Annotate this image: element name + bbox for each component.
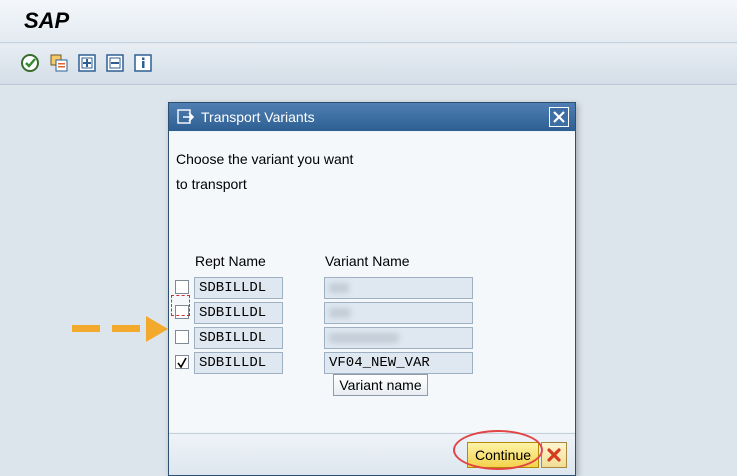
- execute-icon[interactable]: [20, 53, 40, 73]
- variant-name-field: [324, 277, 473, 299]
- rept-name-header: Rept Name: [195, 253, 266, 269]
- dialog-title-bar: Transport Variants: [169, 103, 575, 131]
- info-icon[interactable]: [133, 53, 153, 73]
- variant-name-field: [324, 327, 473, 349]
- cancel-button[interactable]: [541, 442, 567, 468]
- row-checkbox[interactable]: [175, 330, 189, 344]
- rept-name-field: SDBILLDL: [194, 352, 283, 374]
- variant-name-header: Variant Name: [325, 253, 410, 269]
- deselect-all-icon[interactable]: [105, 53, 125, 73]
- variant-name-field: VF04_NEW_VAR: [324, 352, 473, 374]
- application-toolbar: [0, 44, 737, 85]
- dialog-footer: Continue: [169, 433, 575, 475]
- transport-variants-dialog: Transport Variants Choose the variant yo…: [168, 102, 576, 476]
- prompt-text: to transport: [176, 176, 247, 192]
- rept-name-field: SDBILLDL: [194, 277, 283, 299]
- transport-icon: [177, 109, 194, 124]
- cancel-icon: [547, 448, 561, 462]
- app-title: SAP: [24, 8, 70, 33]
- sap-title-bar: SAP: [0, 0, 737, 43]
- row-checkbox[interactable]: [175, 280, 189, 294]
- select-all-icon[interactable]: [77, 53, 97, 73]
- checkmark-icon: [177, 357, 187, 369]
- row-checkbox[interactable]: [175, 305, 189, 319]
- copy-objects-icon[interactable]: [49, 53, 69, 73]
- continue-button[interactable]: Continue: [467, 442, 539, 468]
- variant-name-field: [324, 302, 473, 324]
- row-checkbox-checked[interactable]: [175, 355, 189, 369]
- rept-name-field: SDBILLDL: [194, 327, 283, 349]
- variant-name-button[interactable]: Variant name: [333, 374, 428, 396]
- annotation-arrow-icon: [72, 316, 168, 342]
- close-icon[interactable]: [549, 107, 569, 127]
- rept-name-field: SDBILLDL: [194, 302, 283, 324]
- prompt-text: Choose the variant you want: [176, 151, 354, 167]
- dialog-title: Transport Variants: [201, 109, 315, 125]
- dialog-body: Choose the variant you want to transport…: [169, 132, 575, 432]
